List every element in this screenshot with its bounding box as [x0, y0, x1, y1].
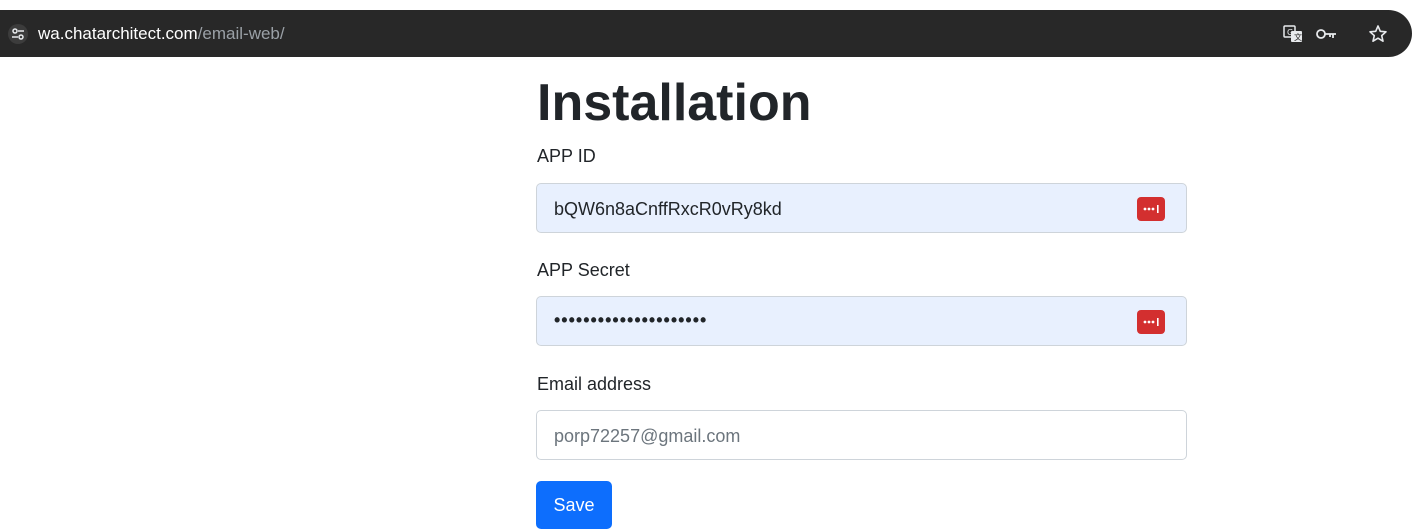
password-manager-icon[interactable] — [1137, 197, 1165, 221]
svg-text:文: 文 — [1294, 32, 1302, 42]
page-title: Installation — [537, 74, 812, 132]
app-id-input[interactable]: bQW6n8aCnffRxcR0vRy8kd — [536, 183, 1187, 233]
app-secret-value: ••••••••••••••••••••• — [554, 310, 708, 330]
key-icon[interactable] — [1315, 22, 1339, 46]
app-secret-label: APP Secret — [537, 260, 630, 280]
url-domain: wa.chatarchitect.com — [38, 24, 198, 43]
email-input[interactable]: porp72257@gmail.com — [536, 410, 1187, 460]
svg-text:G: G — [1287, 28, 1293, 37]
site-info-icon[interactable] — [8, 24, 28, 44]
star-icon[interactable] — [1366, 22, 1390, 46]
url-path: /email-web/ — [197, 24, 285, 43]
browser-toolbar: wa.chatarchitect.com/email-web/ G 文 — [0, 0, 1415, 66]
url-text[interactable]: wa.chatarchitect.com/email-web/ — [38, 23, 285, 45]
email-label: Email address — [537, 374, 652, 394]
app-id-value: bQW6n8aCnffRxcR0vRy8kd — [554, 199, 782, 219]
address-bar[interactable]: wa.chatarchitect.com/email-web/ G 文 — [0, 10, 1412, 57]
password-manager-icon[interactable] — [1137, 310, 1165, 334]
app-secret-input[interactable]: ••••••••••••••••••••• — [536, 296, 1187, 346]
save-button[interactable]: Save — [536, 481, 612, 529]
translate-icon[interactable]: G 文 — [1281, 22, 1305, 46]
app-id-label: APP ID — [537, 146, 596, 166]
email-placeholder: porp72257@gmail.com — [554, 426, 741, 446]
